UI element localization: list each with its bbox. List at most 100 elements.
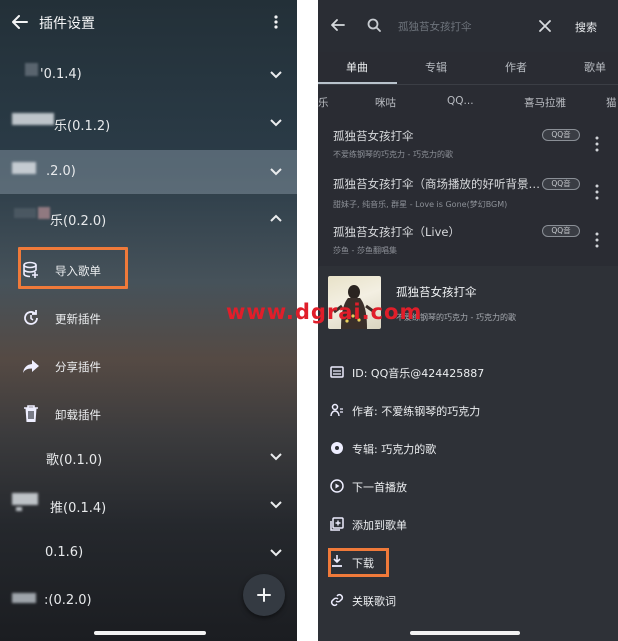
chevron-up-icon [270,214,282,222]
gesture-bar [94,631,206,635]
menu-item-label: 添加到歌单 [352,519,407,532]
song-subtitle: 甜妹子, 纯音乐, 群星 - Love is Gone(梦幻BGM) [333,200,508,209]
trash-icon [24,405,38,422]
link-icon [330,593,344,607]
plus-icon [257,588,271,602]
uninstall-plugin-item[interactable]: 卸载插件 [0,390,297,438]
chevron-down-icon [270,71,282,79]
plugin-label: :(0.2.0) [44,593,92,608]
redacted-mark [16,507,22,511]
search-button[interactable]: 搜索 [575,19,597,35]
menu-item-label: ID: QQ音乐@424425887 [352,367,485,380]
chevron-down-icon [270,168,282,176]
redacted-mark [12,113,54,125]
clear-icon[interactable] [537,18,553,34]
page-title: 插件设置 [39,16,95,32]
share-plugin-item[interactable]: 分享插件 [0,342,297,390]
redacted-mark [12,593,36,603]
plugin-label: '0.1.4) [40,67,82,82]
plugin-label: .2.0) [46,164,76,179]
song-title: 孤独苔女孩打伞（商场播放的好听背景… [333,177,540,191]
menu-item-artist[interactable]: 作者: 不爱练钢琴的巧克力 [318,391,618,429]
source-badge: QQ音 [542,225,580,237]
plugin-row-expanded[interactable]: 乐(0.2.0) [0,194,297,242]
watermark-text: www.dgrai.com [226,300,423,324]
more-vertical-icon[interactable] [595,136,599,152]
menu-item-add-to-playlist[interactable]: 添加到歌单 [318,505,618,543]
disc-icon [331,442,343,454]
song-title: 孤独苔女孩打伞（Live） [333,225,460,239]
menu-item-label: 专辑: 巧克力的歌 [352,443,437,456]
plugin-label: 乐(0.2.0) [50,214,107,229]
plugin-row[interactable]: 0.1.6) [0,529,297,577]
plugin-row[interactable]: 乐(0.1.2) [0,99,297,147]
divider [318,84,618,85]
song-row[interactable]: 孤独苔女孩打伞（Live） 莎鱼 - 莎鱼翻唱集 QQ音 [318,218,618,266]
song-subtitle: 不爱练钢琴的巧克力 - 巧克力的歌 [333,150,453,159]
source-chips: 乐 咪咕 QQ... 喜马拉雅 猫 [318,90,618,114]
plugin-row[interactable]: 推(0.1.4) [0,481,297,529]
back-arrow-icon[interactable] [330,17,346,33]
redacted-mark [12,493,38,505]
plugin-label: 0.1.6) [45,545,84,560]
source-chip[interactable]: QQ... [447,95,474,107]
source-badge: QQ音 [542,178,580,190]
tab-playlists[interactable]: 歌单 [584,59,606,75]
menu-item-label: 下一首播放 [352,481,407,494]
source-badge: QQ音 [542,129,580,141]
chevron-down-icon [270,453,282,461]
source-chip[interactable]: 乐 [318,95,329,110]
share-plugin-label: 分享插件 [55,360,101,374]
source-chip[interactable]: 喜马拉雅 [524,95,566,110]
play-next-icon [330,479,344,493]
song-subtitle: 莎鱼 - 莎鱼翻唱集 [333,246,397,255]
plugin-row[interactable]: 歌(0.1.0) [0,433,297,481]
plugin-label: 歌(0.1.0) [46,453,103,468]
chevron-down-icon [270,501,282,509]
sheet-title: 孤独苔女孩打伞 [396,285,477,299]
top-app-bar: 插件设置 [0,0,297,44]
more-vertical-icon[interactable] [268,12,284,32]
gesture-bar [410,631,520,635]
song-row[interactable]: 孤独苔女孩打伞 不爱练钢琴的巧克力 - 巧克力的歌 QQ音 [318,122,618,170]
redacted-mark [25,63,38,76]
search-bar: 孤独苔女孩打伞 搜索 [318,0,618,52]
search-input[interactable]: 孤独苔女孩打伞 [358,11,512,41]
redacted-mark [14,208,36,218]
redacted-mark [38,207,50,219]
result-tabs: 单曲 专辑 作者 歌单 [318,52,618,82]
highlight-box [328,548,389,577]
more-vertical-icon[interactable] [595,232,599,248]
source-chip[interactable]: 咪咕 [375,95,396,110]
more-vertical-icon[interactable] [595,184,599,200]
add-playlist-icon [330,517,344,531]
back-arrow-icon[interactable] [10,12,30,32]
refresh-icon [24,310,38,325]
chevron-down-icon [270,549,282,557]
menu-item-id[interactable]: ID: QQ音乐@424425887 [318,353,618,391]
song-title: 孤独苔女孩打伞 [333,129,414,143]
search-placeholder: 孤独苔女孩打伞 [398,21,472,33]
song-row[interactable]: 孤独苔女孩打伞（商场播放的好听背景… 甜妹子, 纯音乐, 群星 - Love i… [318,170,618,218]
menu-item-label: 作者: 不爱练钢琴的巧克力 [352,405,481,418]
menu-item-album[interactable]: 专辑: 巧克力的歌 [318,429,618,467]
plugin-label: 推(0.1.4) [50,501,107,516]
tab-albums[interactable]: 专辑 [425,59,447,75]
tab-songs[interactable]: 单曲 [346,59,368,75]
chevron-down-icon [270,119,282,127]
person-icon [330,403,343,417]
add-plugin-fab[interactable] [243,574,285,616]
menu-item-link-lyrics[interactable]: 关联歌词 [318,581,618,619]
menu-item-play-next[interactable]: 下一首播放 [318,467,618,505]
card-icon [330,366,344,378]
uninstall-plugin-label: 卸载插件 [55,408,101,422]
plugin-row[interactable]: '0.1.4) [0,51,297,99]
tab-artists[interactable]: 作者 [505,59,527,75]
source-chip[interactable]: 猫 [606,95,617,110]
menu-item-label: 关联歌词 [352,595,396,608]
highlighted-plugin-row[interactable]: .2.0) [0,150,297,194]
plugin-label: 乐(0.1.2) [54,119,111,134]
highlight-box [18,247,128,289]
redacted-mark [12,162,36,174]
share-icon [23,360,39,373]
